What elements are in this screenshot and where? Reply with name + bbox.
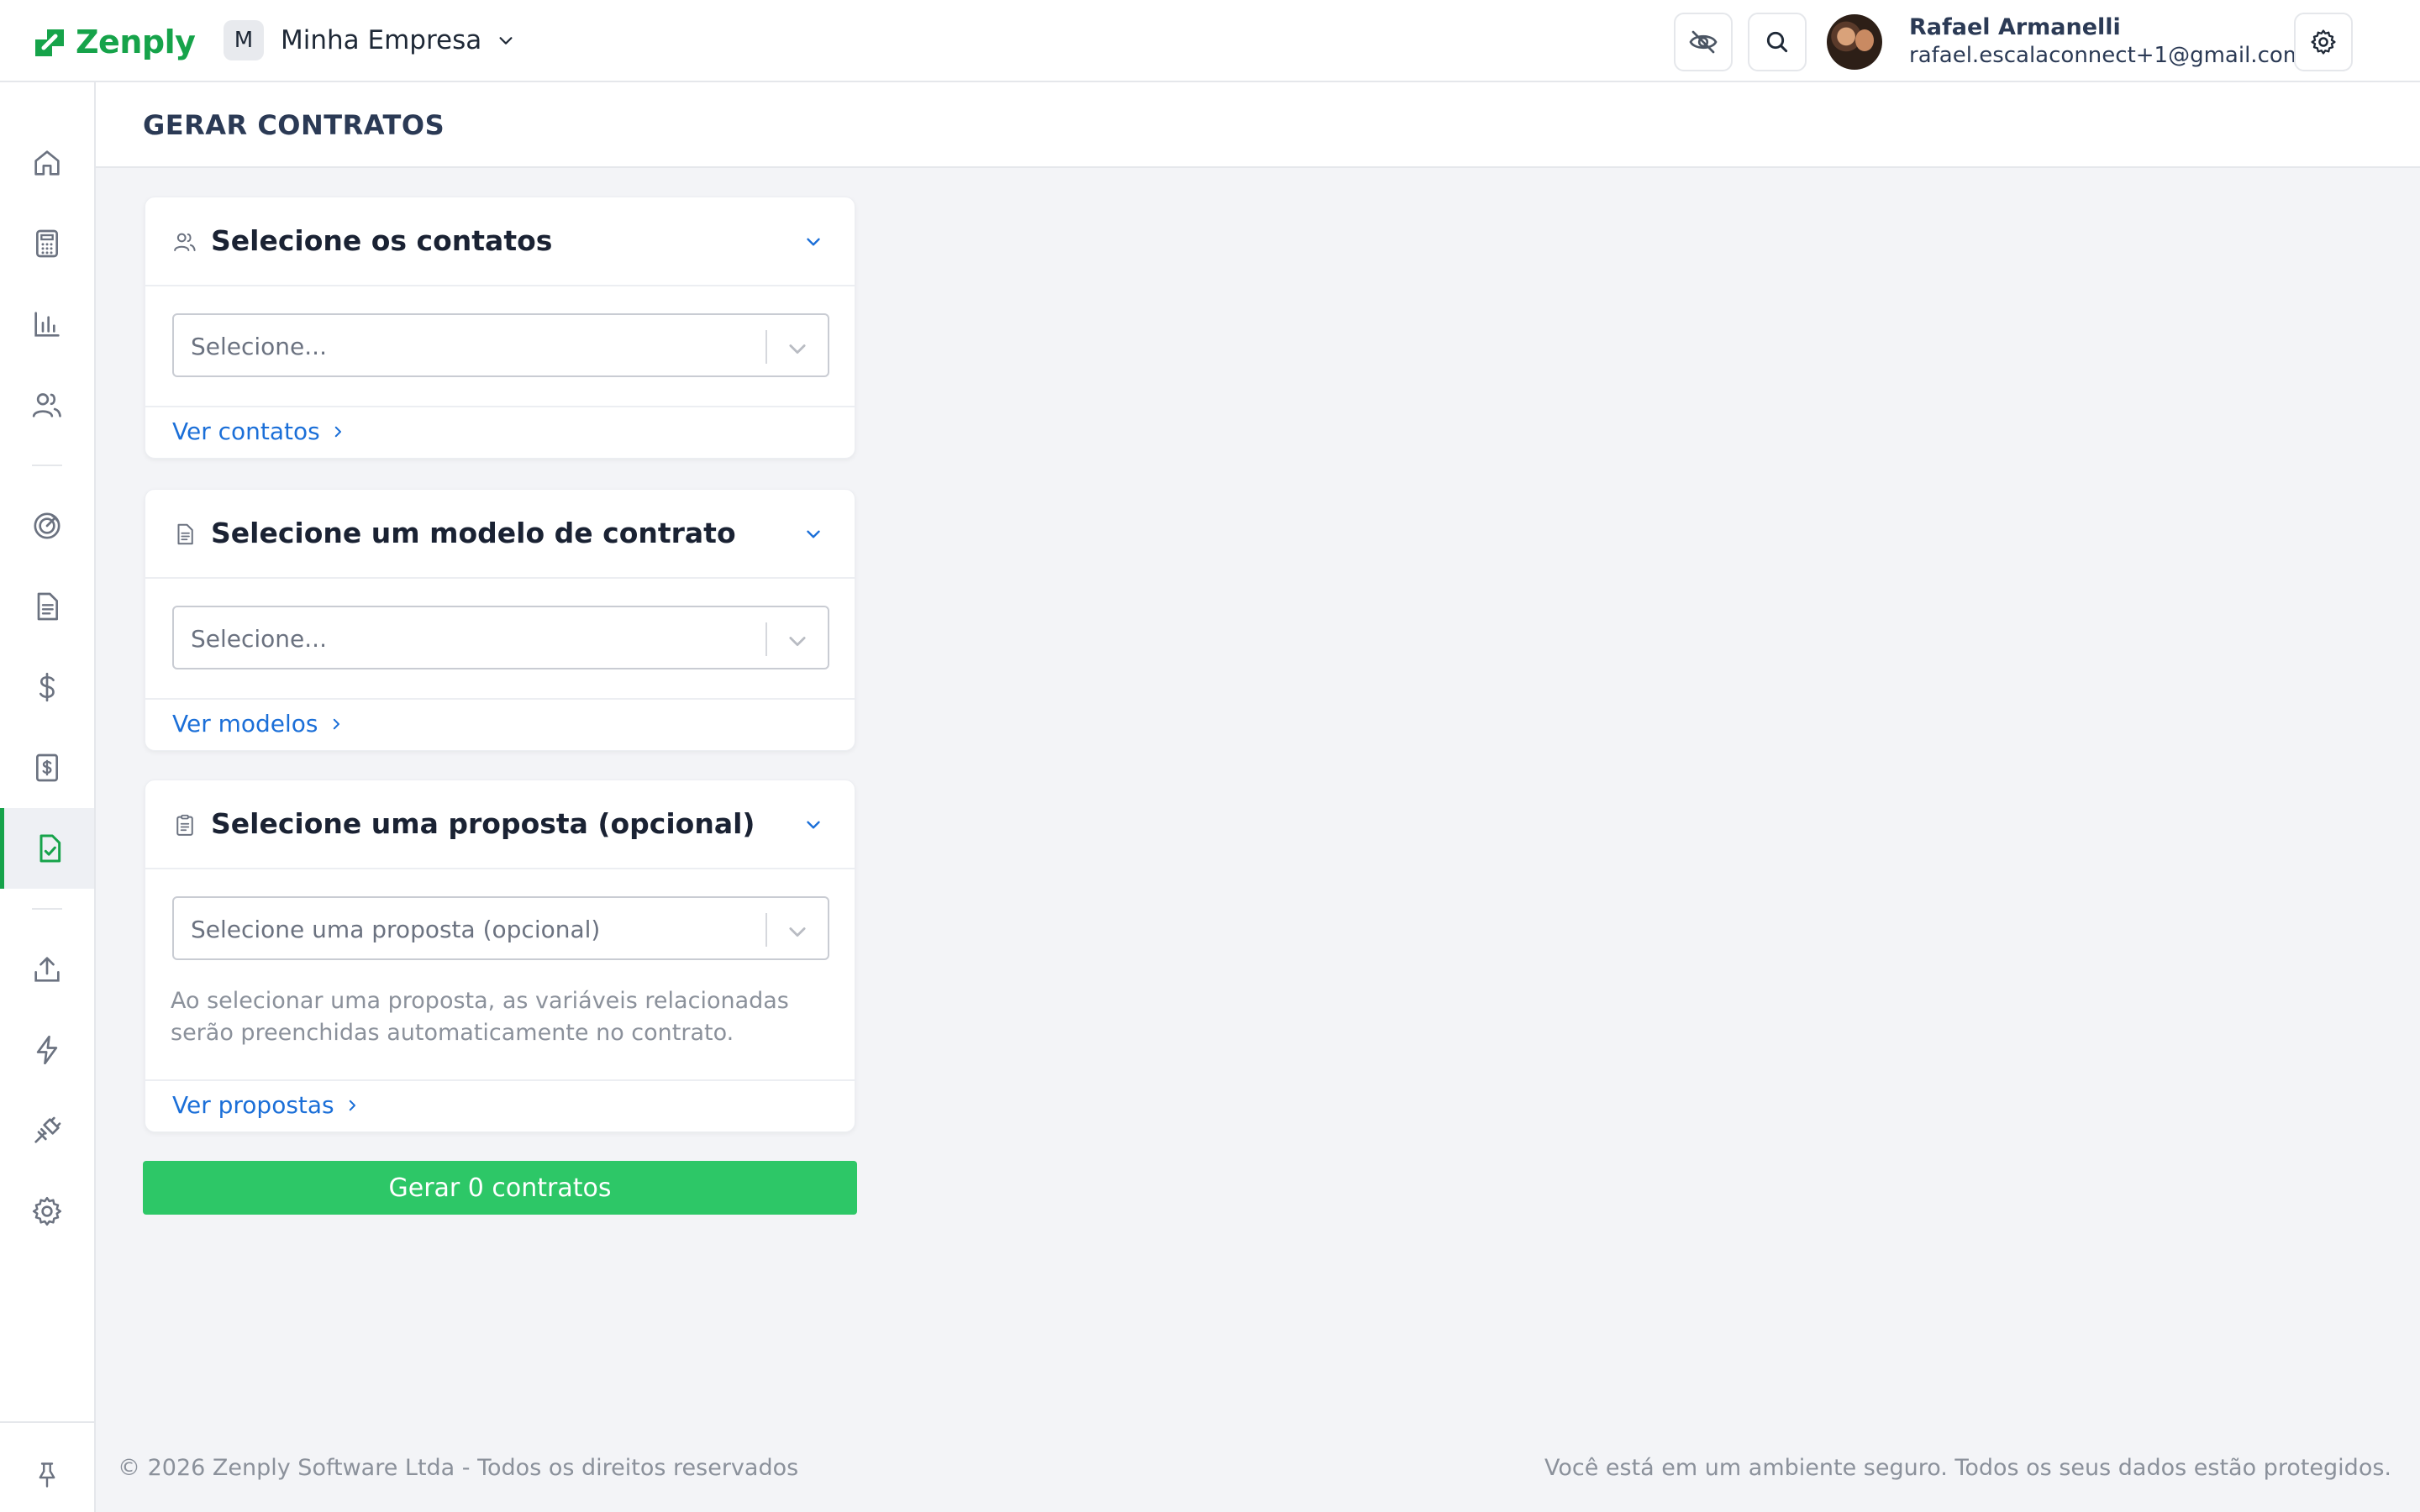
view-proposals-link[interactable]: Ver propostas [172,1091,360,1119]
sidebar-item-reports[interactable] [0,284,94,365]
sidebar-item-finance[interactable] [0,647,94,727]
view-templates-link[interactable]: Ver modelos [172,710,344,738]
zenply-logo-icon [35,29,64,56]
user-info[interactable]: Rafael Armanelli rafael.escalaconnect+1@… [1909,13,2304,69]
footer-security-notice: Você está em um ambiente seguro. Todos o… [1544,1455,2391,1481]
home-icon [34,150,60,176]
footer-copyright: © 2026 Zenply Software Ltda - Todos os d… [118,1455,799,1481]
view-contacts-label: Ver contatos [172,417,320,445]
users-icon [174,233,196,251]
template-select-placeholder: Selecione... [191,625,327,653]
view-templates-label: Ver modelos [172,710,318,738]
proposal-card-title: Selecione uma proposta (opcional) [211,807,755,840]
template-card-footer: Ver modelos [145,698,856,752]
chevron-right-icon [349,1100,355,1110]
settings-button[interactable] [2294,13,2353,71]
users-icon [32,393,61,417]
view-contacts-link[interactable]: Ver contatos [172,417,345,445]
hide-values-button[interactable] [1674,13,1733,71]
sidebar-item-home[interactable] [0,123,94,203]
sidebar-divider [32,465,62,466]
logo[interactable]: Zenply [32,24,196,60]
upload-icon [34,957,60,982]
contacts-card-title: Selecione os contatos [211,224,553,257]
select-divider [765,913,767,947]
contacts-card-footer: Ver contatos [145,406,856,459]
sidebar-item-integrations[interactable] [0,1090,94,1171]
avatar[interactable] [1827,14,1882,70]
plug-icon [34,1116,61,1143]
chevron-down-icon[interactable] [786,629,809,653]
company-name: Minha Empresa [281,25,482,55]
lightning-icon [36,1035,58,1065]
page-header: GERAR CONTRATOS [96,82,2420,168]
company-badge: M [224,20,264,60]
contacts-select[interactable]: Selecione... [172,313,829,377]
gear-icon [2311,29,2336,55]
template-card-title: Selecione um modelo de contrato [211,517,736,549]
proposal-select-placeholder: Selecione uma proposta (opcional) [191,916,601,943]
contacts-select-placeholder: Selecione... [191,333,327,360]
chevron-down-icon [499,37,513,45]
contacts-card-header[interactable]: Selecione os contatos [145,197,855,286]
proposal-card: Selecione uma proposta (opcional) Seleci… [145,780,856,1133]
chevron-down-icon[interactable] [802,231,824,253]
invoice-icon [36,753,58,782]
eye-off-icon [1689,30,1718,54]
user-email: rafael.escalaconnect+1@gmail.com [1909,43,2305,68]
sidebar-item-calculator[interactable] [0,203,94,284]
calculator-icon [36,229,58,258]
proposal-card-footer: Ver propostas [145,1079,856,1133]
search-button[interactable] [1748,13,1807,71]
user-name: Rafael Armanelli [1909,14,2121,40]
chevron-right-icon [334,426,341,437]
template-card: Selecione um modelo de contrato Selecion… [145,489,856,752]
contract-check-icon [39,834,60,863]
chevron-right-icon [333,718,339,729]
top-bar: Zenply M Minha Empresa Rafael Armanelli … [0,0,2420,82]
dollar-icon [39,672,55,702]
template-card-header[interactable]: Selecione um modelo de contrato [145,490,855,579]
sidebar-item-automations[interactable] [0,1010,94,1090]
contacts-card: Selecione os contatos Selecione... Ver c… [145,197,856,459]
bar-chart-icon [34,312,60,337]
sidebar-item-contacts[interactable] [0,365,94,445]
generate-contracts-button[interactable]: Gerar 0 contratos [143,1161,857,1215]
sidebar-item-contracts[interactable] [0,808,94,889]
search-icon [1766,31,1788,53]
select-divider [765,622,767,656]
pin-icon [39,1462,55,1488]
proposal-select[interactable]: Selecione uma proposta (opcional) [172,896,829,960]
sidebar-pin-button[interactable] [0,1435,94,1512]
clipboard-icon [176,814,193,836]
sidebar-item-import[interactable] [0,929,94,1010]
logo-text: Zenply [76,24,196,60]
select-divider [765,330,767,364]
sidebar-divider [32,908,62,910]
sidebar-item-settings[interactable] [0,1171,94,1252]
document-icon [37,592,58,621]
sidebar-item-proposals[interactable] [0,566,94,647]
page-title: GERAR CONTRATOS [143,109,445,141]
chevron-down-icon[interactable] [802,523,824,545]
chevron-down-icon[interactable] [786,920,809,943]
company-switcher[interactable]: M Minha Empresa [224,20,515,60]
proposal-hint: Ao selecionar uma proposta, as variáveis… [171,988,789,1046]
view-proposals-label: Ver propostas [172,1091,334,1119]
sidebar-item-billing[interactable] [0,727,94,808]
chevron-down-icon[interactable] [786,337,809,360]
target-icon [34,512,60,539]
proposal-card-header[interactable]: Selecione uma proposta (opcional) [145,780,855,869]
sidebar-bottom-divider [0,1421,94,1423]
chevron-down-icon[interactable] [802,814,824,836]
template-select[interactable]: Selecione... [172,606,829,669]
sidebar-item-goals[interactable] [0,486,94,566]
settings-icon [32,1196,62,1226]
document-icon [177,523,193,545]
sidebar [0,82,96,1512]
